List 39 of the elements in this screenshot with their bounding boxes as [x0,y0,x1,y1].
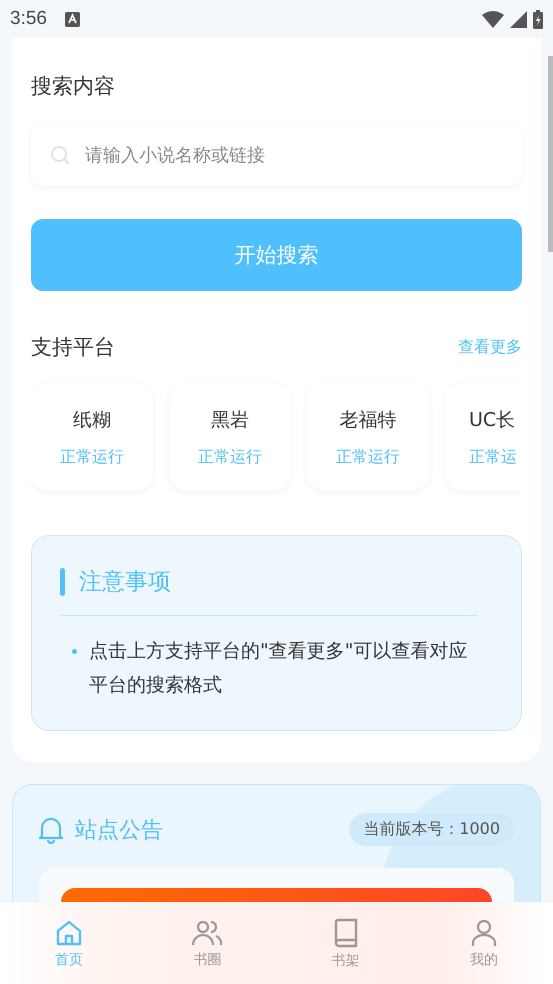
platform-status: 正常运 [469,446,517,468]
banner[interactable] [61,888,492,902]
status-time: 3:56 [10,8,47,30]
version-badge: 当前版本号：1000 [349,813,514,846]
battery-icon [533,10,543,28]
platform-card[interactable]: 黑岩 正常运行 [169,383,291,491]
platform-card[interactable]: UC长 正常运 [445,383,522,491]
announcement-title: 站点公告 [75,816,163,844]
scrollbar[interactable] [548,56,553,252]
people-icon [191,918,224,946]
platform-name: 黑岩 [211,408,249,432]
platform-name: UC长 [469,408,516,432]
keyboard-icon [64,12,80,26]
nav-tab[interactable]: 我的 [414,903,553,984]
accent-bar [60,568,65,596]
platform-card[interactable]: 纸糊 正常运行 [31,383,153,491]
platform-name: 纸糊 [73,408,111,432]
section-title: 搜索内容 [31,73,116,100]
platform-status: 正常运行 [336,446,400,468]
notice-title: 注意事项 [79,568,171,597]
bell-icon [39,816,63,844]
search-button[interactable]: 开始搜索 [31,219,522,291]
nav-tab[interactable]: 首页 [0,903,138,984]
signal-icon [510,10,527,28]
search-field[interactable]: 请输入小说名称或链接 [31,124,522,186]
person-icon [470,918,497,946]
platform-name: 老福特 [340,408,396,432]
home-icon [55,918,84,946]
nav-tab[interactable]: 书架 [276,903,415,984]
notice-text: 点击上方支持平台的"查看更多"可以查看对应平台的搜索格式 [89,639,468,698]
platform-status: 正常运行 [198,446,262,468]
wifi-icon [482,10,504,28]
bullet-icon [72,649,77,654]
section-title: 支持平台 [31,334,115,361]
platform-card[interactable]: 老福特 正常运行 [307,383,429,491]
nav-tab[interactable]: 书圈 [138,903,276,984]
book-icon [332,918,359,948]
platform-status: 正常运行 [60,446,124,468]
view-more-link[interactable]: 查看更多 [458,336,522,358]
